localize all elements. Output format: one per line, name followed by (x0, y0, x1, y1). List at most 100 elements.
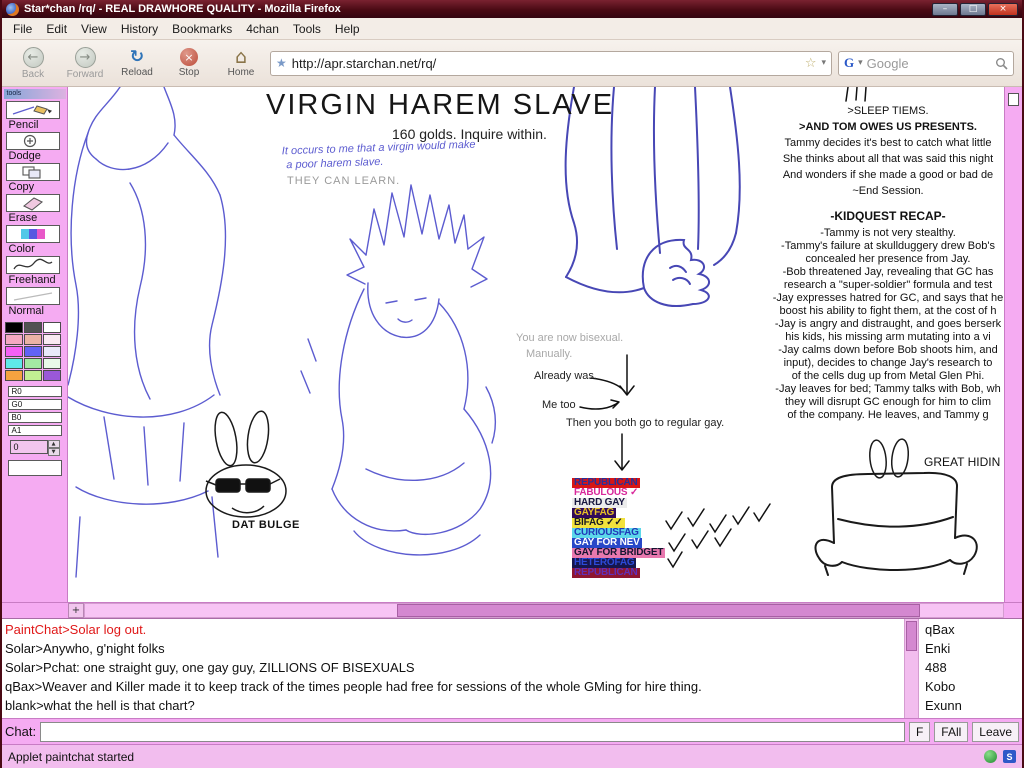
home-button[interactable]: ⌂ Home (218, 42, 264, 84)
palette-swatch[interactable] (5, 370, 23, 381)
recap-title: -KIDQUEST RECAP- (772, 209, 1004, 223)
menu-edit[interactable]: Edit (39, 19, 74, 39)
canvas-title-text: VIRGIN HAREM SLAVE (266, 89, 614, 122)
reload-icon: ↻ (130, 48, 144, 66)
chat-message: PaintChat>Solar log out. (5, 620, 901, 639)
paint-canvas[interactable]: VIRGIN HAREM SLAVE 160 golds. Inquire wi… (68, 87, 1004, 602)
palette-swatch[interactable] (43, 370, 61, 381)
palette-swatch[interactable] (5, 358, 23, 369)
canvas-bisexual-text: You are now bisexual. (516, 332, 623, 344)
palette-swatch[interactable] (5, 334, 23, 345)
hscroll-track[interactable] (84, 603, 1004, 618)
page-icon[interactable] (1008, 93, 1019, 106)
blend-mode-selector[interactable]: Normal (6, 287, 64, 318)
color-palette (5, 322, 64, 381)
palette-swatch[interactable] (43, 334, 61, 345)
stop-button[interactable]: × Stop (166, 42, 212, 84)
menu-bar: File Edit View History Bookmarks 4chan T… (2, 18, 1022, 40)
dodge-icon (6, 132, 60, 150)
tool-copy[interactable]: Copy (6, 163, 64, 194)
palette-swatch[interactable] (24, 346, 42, 357)
copy-icon (6, 163, 60, 181)
canvas-already-text: Already was. (534, 370, 597, 382)
url-bar[interactable]: ★ http://apr.starchan.net/rq/ ☆ ▾ (270, 51, 832, 76)
status-text: Applet paintchat started (8, 750, 134, 764)
palette-swatch[interactable] (43, 322, 61, 333)
pencil-icon (6, 101, 60, 119)
canvas-metoo-text: Me too (542, 399, 576, 411)
url-dropdown-icon[interactable]: ▾ (821, 58, 826, 68)
user-list-item: 488 (919, 658, 1022, 677)
blend-mode-preview (6, 287, 60, 305)
layer-button-r0[interactable]: R0 (8, 386, 62, 397)
menu-4chan[interactable]: 4chan (239, 19, 286, 39)
palette-swatch[interactable] (5, 322, 23, 333)
value-spinner[interactable]: 0 ▲ ▼ (10, 440, 60, 456)
chat-leave-button[interactable]: Leave (972, 722, 1019, 742)
maximize-button[interactable]: □ (960, 3, 986, 16)
canvas-dat-bulge-text: DAT BULGE (232, 519, 300, 531)
palette-swatch[interactable] (24, 322, 42, 333)
back-icon: ← (23, 47, 44, 68)
reload-button[interactable]: ↻ Reload (114, 42, 160, 84)
extension-s-icon[interactable]: S (1003, 750, 1016, 763)
layer-button-a1[interactable]: A1 (8, 425, 62, 436)
hscroll-thumb[interactable] (397, 604, 920, 617)
spinner-up-icon[interactable]: ▲ (48, 440, 60, 448)
canvas-learn-text: THEY CAN LEARN. (287, 175, 400, 187)
chat-scrollbar-thumb[interactable] (906, 621, 917, 651)
extension-green-icon[interactable] (984, 750, 997, 763)
search-icon[interactable] (995, 57, 1008, 70)
menu-tools[interactable]: Tools (286, 19, 328, 39)
chat-fall-button[interactable]: FAll (934, 722, 968, 742)
stop-icon: × (180, 48, 198, 66)
layer-button-g0[interactable]: G0 (8, 399, 62, 410)
user-list-item: Exunn (919, 696, 1022, 715)
menu-view[interactable]: View (74, 19, 114, 39)
scroll-plus-button[interactable]: + (68, 603, 84, 618)
chat-message: Solar>Pchat: one straight guy, one gay g… (5, 658, 901, 677)
google-logo-icon[interactable]: G (844, 55, 854, 71)
url-text[interactable]: http://apr.starchan.net/rq/ (292, 56, 800, 71)
forward-button[interactable]: → Forward (62, 42, 108, 84)
layer-button-b0[interactable]: B0 (8, 412, 62, 423)
menu-file[interactable]: File (6, 19, 39, 39)
status-bar: Applet paintchat started S (2, 744, 1022, 768)
search-bar[interactable]: G ▾ Google (838, 51, 1014, 76)
close-button[interactable]: × (988, 3, 1018, 16)
tool-color[interactable]: Color (6, 225, 64, 256)
search-engine-dropdown-icon[interactable]: ▾ (858, 58, 863, 68)
back-button[interactable]: ← Back (10, 42, 56, 84)
firefox-icon (6, 3, 19, 16)
chart-row: REPUBLICAN (572, 568, 640, 578)
tool-erase[interactable]: Erase (6, 194, 64, 225)
chat-message: blank>what the hell is that chart? (5, 696, 901, 715)
menu-bookmarks[interactable]: Bookmarks (165, 19, 239, 39)
palette-swatch[interactable] (24, 370, 42, 381)
site-favicon-icon: ★ (276, 56, 287, 70)
empty-tool-box[interactable] (8, 460, 62, 476)
palette-swatch[interactable] (43, 346, 61, 357)
minimize-button[interactable]: – (932, 3, 958, 16)
menu-help[interactable]: Help (328, 19, 367, 39)
tool-dodge[interactable]: Dodge (6, 132, 64, 163)
home-icon: ⌂ (235, 48, 247, 66)
chat-input[interactable] (40, 722, 905, 742)
spinner-down-icon[interactable]: ▼ (48, 448, 60, 456)
user-list: qBax Enki 488 Kobo Exunn (918, 619, 1022, 718)
search-placeholder[interactable]: Google (867, 56, 991, 71)
bookmark-star-icon[interactable]: ☆ (805, 56, 817, 71)
window-title: Star*chan /rq/ - REAL DRAWHORE QUALITY -… (24, 3, 927, 15)
spinner-value: 0 (10, 440, 48, 454)
palette-swatch[interactable] (5, 346, 23, 357)
tool-freehand[interactable]: Freehand (6, 256, 64, 287)
menu-history[interactable]: History (114, 19, 165, 39)
chat-label: Chat: (5, 724, 36, 739)
palette-swatch[interactable] (24, 358, 42, 369)
palette-swatch[interactable] (43, 358, 61, 369)
canvas-regular-text: Then you both go to regular gay. (566, 417, 724, 429)
chat-scrollbar[interactable] (904, 619, 918, 718)
palette-swatch[interactable] (24, 334, 42, 345)
tool-pencil[interactable]: Pencil (6, 101, 64, 132)
chat-f-button[interactable]: F (909, 722, 930, 742)
